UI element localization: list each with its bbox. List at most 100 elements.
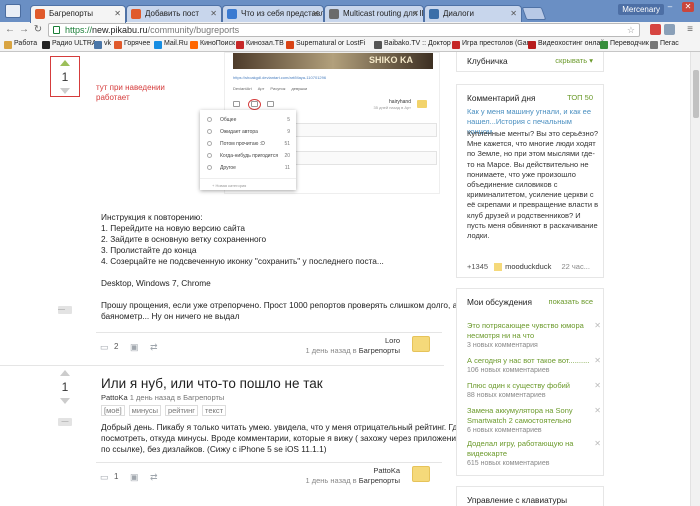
save-icon[interactable]: ▣ <box>130 472 139 483</box>
page-favicon-icon <box>329 9 339 19</box>
bookmark-item[interactable]: Горячее <box>114 40 150 49</box>
tab-close-icon[interactable]: ✕ <box>412 9 419 18</box>
downvote-icon[interactable] <box>60 88 70 94</box>
collapse-button[interactable]: — <box>58 418 72 426</box>
pikabu-favicon-icon <box>131 9 141 19</box>
menu-icon[interactable]: ≡ <box>684 24 696 36</box>
tab-close-icon[interactable]: ✕ <box>210 9 217 18</box>
page-scrollbar[interactable] <box>690 52 700 506</box>
scrollbar-thumb[interactable] <box>693 70 699 118</box>
comments-count[interactable]: 1 <box>114 472 118 481</box>
tab-add-post[interactable]: Добавить пост ✕ <box>126 5 222 22</box>
bookmark-item[interactable]: Пегас <box>650 40 679 49</box>
discussion-item[interactable]: Это потрясающее чувство юмора несмотря н… <box>467 321 601 349</box>
popup-item: Другое 11 <box>200 162 296 174</box>
tab-close-icon[interactable]: ✕ <box>312 9 319 18</box>
post-author[interactable]: Loro <box>385 336 400 345</box>
avatar[interactable] <box>412 466 430 482</box>
bookmark-item[interactable]: Радио ULTRA <box>42 40 97 49</box>
translate-icon <box>600 41 608 49</box>
popup-item: Когда-нибудь пригодится 20 <box>200 150 296 162</box>
comments-icon[interactable]: ▭ <box>100 472 109 483</box>
window-menu-icon[interactable] <box>5 4 21 18</box>
page-content: 1 тут при наведении работает SHIKO KA ht… <box>0 52 700 506</box>
vote-widget: 1 — <box>50 370 80 426</box>
bookmark-item[interactable]: КиноПоиск <box>190 40 235 49</box>
save-icon[interactable]: ▣ <box>130 342 139 353</box>
bookmark-item[interactable]: Видеохостинг онлайн <box>528 40 608 49</box>
comment-rating: +1345 <box>467 262 489 271</box>
share-icon[interactable]: ⇄ <box>150 472 158 483</box>
community-link[interactable]: Багрепорты <box>359 346 400 355</box>
tag[interactable]: минусы <box>128 405 161 416</box>
forward-icon[interactable]: → <box>18 24 30 36</box>
bookmark-favicon-icon <box>42 41 50 49</box>
comment-icon <box>233 101 240 107</box>
tab-bugreports[interactable]: Багрепорты ✕ <box>30 5 126 23</box>
discussion-item[interactable]: Плюс один к существу фобий 88 новых комм… <box>467 381 601 399</box>
tab-close-icon[interactable]: ✕ <box>510 9 517 18</box>
share-icon[interactable]: ⇄ <box>150 342 158 353</box>
save-icon <box>251 101 258 107</box>
divider <box>96 332 442 333</box>
comment-author[interactable]: mooduckduck <box>505 262 551 271</box>
tab-what-is[interactable]: Что из себя представляет ✕ <box>222 5 324 22</box>
bookmark-item[interactable]: Кинозал.ТВ <box>236 40 284 49</box>
close-window-icon[interactable]: ✕ <box>682 2 694 12</box>
remove-icon[interactable]: ✕ <box>594 356 601 365</box>
post-title[interactable]: Или я нуб, или что-то пошло не так <box>101 376 323 391</box>
discussion-item[interactable]: Доделал игру, работающую на видеокарте 6… <box>467 439 601 467</box>
bookmark-item[interactable]: Игра престолов (Gam <box>452 40 532 49</box>
extension-icon[interactable] <box>664 24 675 35</box>
adblock-extension-icon[interactable] <box>650 24 661 35</box>
upvote-icon[interactable] <box>60 370 70 376</box>
tag[interactable]: текст <box>202 405 227 416</box>
minimize-icon[interactable]: – <box>664 2 676 12</box>
post-author[interactable]: PattoKa <box>373 466 400 475</box>
upvote-icon[interactable] <box>60 60 70 66</box>
url-path: /community/bugreports <box>147 25 240 35</box>
remove-icon[interactable]: ✕ <box>594 381 601 390</box>
address-bar[interactable]: https://new.pikabu.ru/community/bugrepor… <box>48 23 640 37</box>
tag[interactable]: рейтинг <box>164 405 199 416</box>
url-scheme: https:// <box>65 25 93 35</box>
popup-new-category: + Новая категория <box>200 178 296 190</box>
hide-toggle[interactable]: скрывать ▾ <box>555 56 593 65</box>
bookmark-item[interactable]: vk <box>94 40 111 49</box>
bookmarks-bar: Работа Радио ULTRA vk Горячее Mail.Ru Ки… <box>0 38 700 52</box>
screenshot-author: hairyhand 35 дней назад в Арт <box>373 99 411 110</box>
bookmark-item[interactable]: Переводчик <box>600 40 649 49</box>
avatar[interactable] <box>412 336 430 352</box>
top50-link[interactable]: ТОП 50 <box>567 93 593 102</box>
radio-icon <box>207 141 212 146</box>
community-link[interactable]: Багрепорты <box>359 476 400 485</box>
discussions-block: Мои обсуждения показать все Это потрясаю… <box>456 288 604 476</box>
tab-label: Багрепорты <box>49 9 93 18</box>
new-tab-button[interactable] <box>521 7 547 20</box>
discussion-item[interactable]: А сегодня у нас вот такое вот.......... … <box>467 356 601 374</box>
remove-icon[interactable]: ✕ <box>594 439 601 448</box>
collapse-button[interactable]: — <box>58 306 72 314</box>
remove-icon[interactable]: ✕ <box>594 321 601 330</box>
tag[interactable]: [моё] <box>101 405 125 416</box>
annotation-note: тут при наведении работает <box>96 83 165 102</box>
reload-icon[interactable]: ↻ <box>32 24 44 36</box>
post-footer: ▭ 1 ▣ ⇄ PattoKa 1 день назад в Багрепорт… <box>96 464 442 490</box>
downvote-icon[interactable] <box>60 398 70 404</box>
bookmark-item[interactable]: Supernatural or LostFi <box>286 40 365 49</box>
tab-dialogs[interactable]: Диалоги ✕ <box>424 5 522 22</box>
bookmark-item[interactable]: Работа <box>4 40 37 49</box>
comments-icon[interactable]: ▭ <box>100 342 109 353</box>
show-all-link[interactable]: показать все <box>549 297 593 306</box>
comments-count[interactable]: 2 <box>114 342 118 351</box>
bookmark-item[interactable]: Mail.Ru <box>154 40 188 49</box>
bookmark-star-icon[interactable]: ☆ <box>627 24 635 36</box>
profile-badge[interactable]: Mercenary <box>618 4 664 15</box>
tab-multicast[interactable]: Multicast routing для IPT ✕ <box>324 5 424 22</box>
remove-icon[interactable]: ✕ <box>594 406 601 415</box>
popup-item: Потом прочитаю :D 51 <box>200 138 296 150</box>
bookmark-item[interactable]: Baibako.TV :: Доктор <box>374 40 451 49</box>
back-icon[interactable]: ← <box>4 24 16 36</box>
tab-close-icon[interactable]: ✕ <box>114 9 121 18</box>
discussion-item[interactable]: Замена аккумулятора на Sony Smartwatch 2… <box>467 406 601 434</box>
